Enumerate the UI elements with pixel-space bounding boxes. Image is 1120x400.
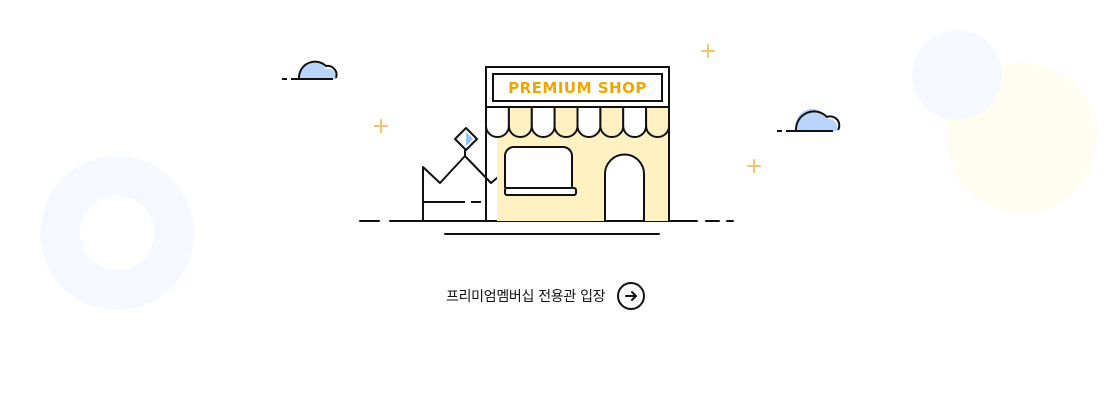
ground-line xyxy=(359,220,734,235)
cloud-icon xyxy=(777,108,841,132)
shop-sign-text: PREMIUM SHOP xyxy=(508,79,647,97)
premium-membership-enter-button[interactable]: 프리미엄멤버십 전용관 입장 xyxy=(446,282,646,310)
crown-icon xyxy=(422,127,511,222)
bg-circle-decoration xyxy=(912,30,1097,213)
premium-shop-illustration: PREMIUM SHOP xyxy=(40,30,1097,310)
bg-ring-decoration xyxy=(40,156,194,310)
arrow-right-circle-icon xyxy=(617,282,646,310)
enter-button-label: 프리미엄멤버십 전용관 입장 xyxy=(446,289,606,305)
cloud-icon xyxy=(282,60,338,80)
premium-shop-banner: PREMIUM SHOP 프리미엄멤버십 전용관 입장 xyxy=(0,0,1120,400)
